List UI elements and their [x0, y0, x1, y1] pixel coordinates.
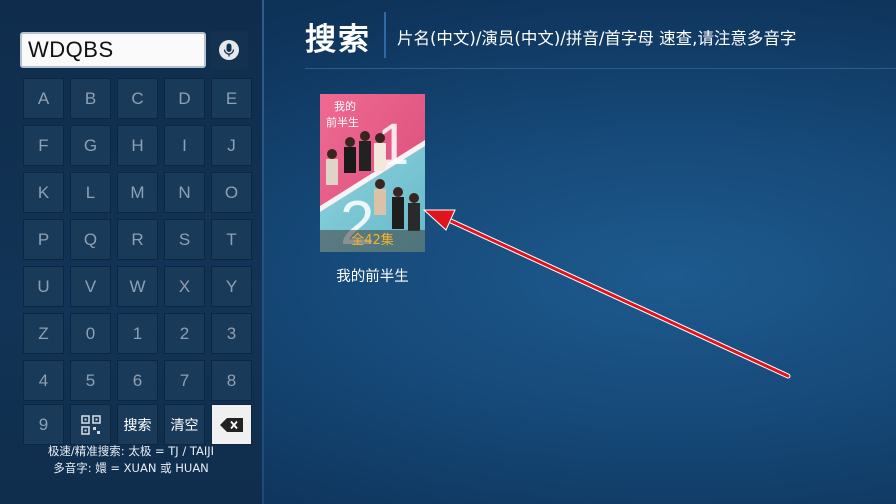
key-2[interactable]: 2 [164, 313, 205, 354]
key-i[interactable]: I [164, 125, 205, 166]
key-l[interactable]: L [70, 172, 111, 213]
key-label: K [37, 182, 50, 202]
key-label: F [38, 135, 49, 155]
key-label: V [84, 276, 97, 296]
key-s[interactable]: S [164, 219, 205, 260]
key-label: J [227, 135, 236, 155]
key-j[interactable]: J [211, 125, 252, 166]
key-7[interactable]: 7 [164, 360, 205, 401]
key-y[interactable]: Y [211, 266, 252, 307]
key-label: I [182, 135, 187, 155]
key-label: 8 [226, 370, 237, 390]
key-label: 0 [85, 323, 96, 343]
key-label: Q [83, 229, 98, 249]
key-k[interactable]: K [23, 172, 64, 213]
key-label: S [178, 229, 191, 249]
key-v[interactable]: V [70, 266, 111, 307]
key-label: O [224, 182, 239, 202]
key-label: Z [38, 323, 49, 343]
key-label: R [131, 229, 144, 249]
key-6[interactable]: 6 [117, 360, 158, 401]
key-label: D [178, 88, 191, 108]
key-t[interactable]: T [211, 219, 252, 260]
key-o[interactable]: O [211, 172, 252, 213]
key-label: 7 [179, 370, 190, 390]
key-label: L [85, 182, 96, 202]
key-p[interactable]: P [23, 219, 64, 260]
key-label: M [130, 182, 145, 202]
key-g[interactable]: G [70, 125, 111, 166]
key-8[interactable]: 8 [211, 360, 252, 401]
key-label: 2 [179, 323, 190, 343]
key-label: 4 [38, 370, 49, 390]
key-5[interactable]: 5 [70, 360, 111, 401]
key-4[interactable]: 4 [23, 360, 64, 401]
key-label: E [225, 88, 238, 108]
key-m[interactable]: M [117, 172, 158, 213]
key-c[interactable]: C [117, 78, 158, 119]
key-label: N [178, 182, 191, 202]
key-a[interactable]: A [23, 78, 64, 119]
key-z[interactable]: Z [23, 313, 64, 354]
key-1[interactable]: 1 [117, 313, 158, 354]
key-r[interactable]: R [117, 219, 158, 260]
key-label: 1 [132, 323, 143, 343]
key-q[interactable]: Q [70, 219, 111, 260]
key-3[interactable]: 3 [211, 313, 252, 354]
key-u[interactable]: U [23, 266, 64, 307]
key-b[interactable]: B [70, 78, 111, 119]
key-label: A [37, 88, 50, 108]
key-label: T [226, 229, 237, 249]
key-label: 5 [85, 370, 96, 390]
key-n[interactable]: N [164, 172, 205, 213]
key-label: X [178, 276, 191, 296]
key-x[interactable]: X [164, 266, 205, 307]
key-label: G [83, 135, 98, 155]
key-label: B [84, 88, 97, 108]
key-0[interactable]: 0 [70, 313, 111, 354]
key-label: W [129, 276, 146, 296]
key-label: 3 [226, 323, 237, 343]
key-label: C [131, 88, 144, 108]
key-h[interactable]: H [117, 125, 158, 166]
key-f[interactable]: F [23, 125, 64, 166]
key-e[interactable]: E [211, 78, 252, 119]
key-label: H [131, 135, 144, 155]
key-d[interactable]: D [164, 78, 205, 119]
key-label: P [37, 229, 50, 249]
key-label: 6 [132, 370, 143, 390]
key-label: Y [225, 276, 238, 296]
key-w[interactable]: W [117, 266, 158, 307]
key-label: U [37, 276, 50, 296]
